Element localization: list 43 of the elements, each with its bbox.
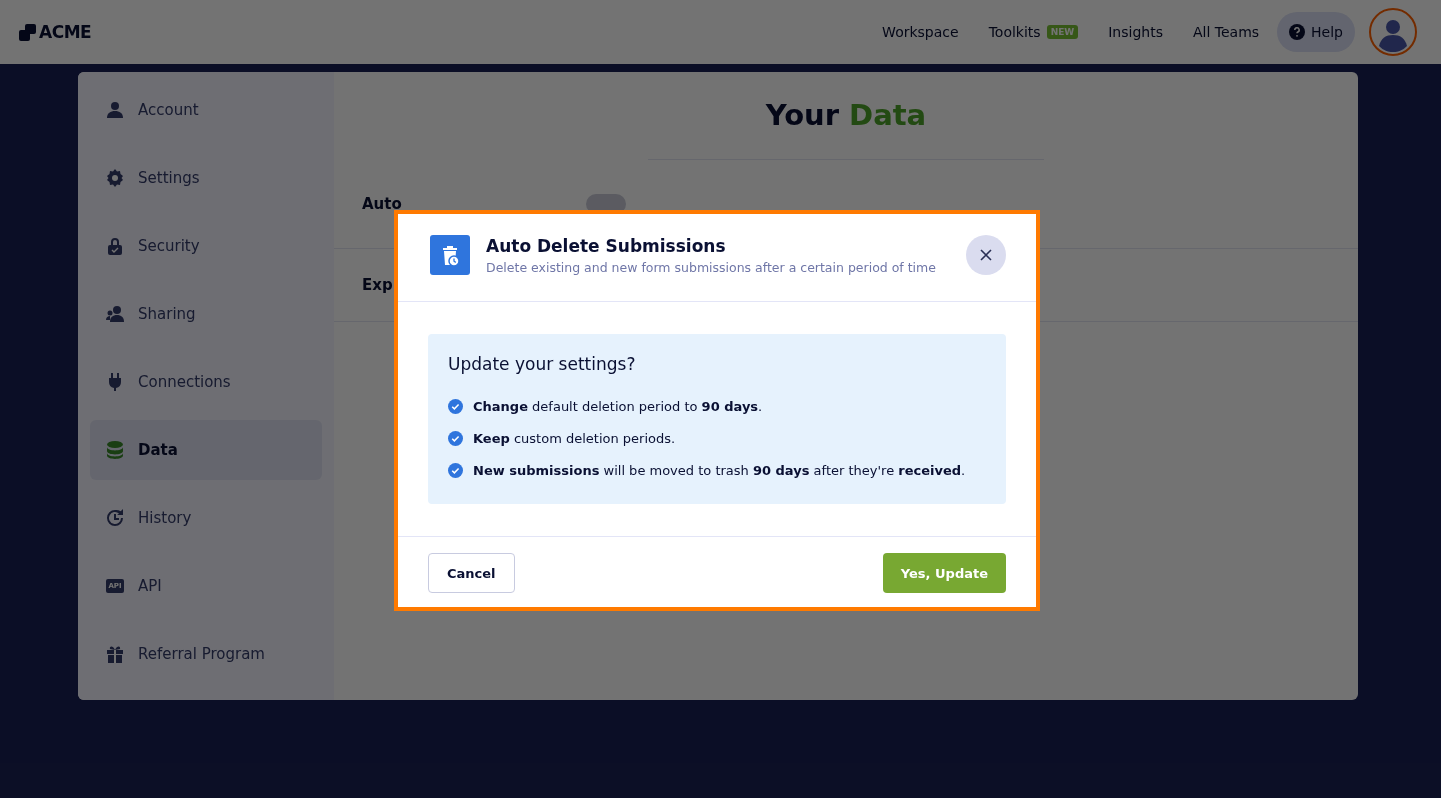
- dialog-subtitle: Delete existing and new form submissions after a certain period of time: [486, 259, 937, 275]
- cancel-button[interactable]: Cancel: [428, 553, 515, 593]
- sidebar-item[interactable]: Settings: [90, 148, 322, 208]
- people-icon: [106, 305, 124, 323]
- sidebar-item[interactable]: Connections: [90, 352, 322, 412]
- sidebar-item[interactable]: Sharing: [90, 284, 322, 344]
- nav-link[interactable]: Toolkits NEW: [976, 24, 1091, 40]
- plug-icon: [106, 373, 124, 391]
- lock-icon: [106, 237, 124, 255]
- nav-link[interactable]: Insights: [1096, 24, 1175, 40]
- question-text: Update your settings?: [448, 354, 637, 374]
- logo-icon: [19, 23, 37, 41]
- setting-label: Auto: [362, 195, 402, 213]
- help-icon: [1289, 24, 1306, 40]
- nav-link[interactable]: Workspace: [870, 24, 971, 40]
- sidebar-item[interactable]: History: [90, 488, 322, 548]
- nav-link[interactable]: All Teams: [1180, 24, 1272, 40]
- close-icon: [980, 249, 992, 261]
- logo-text: ACME: [39, 22, 92, 42]
- help-button[interactable]: Help: [1277, 12, 1355, 52]
- check-icon: [448, 430, 463, 446]
- new-badge: NEW: [1046, 25, 1079, 39]
- dialog-title: Auto Delete Submissions: [486, 235, 727, 256]
- page-title: Your Data: [764, 98, 928, 132]
- gear-icon: [106, 169, 124, 187]
- confirm-button[interactable]: Yes, Update: [882, 553, 1006, 593]
- clock-icon: [106, 509, 124, 527]
- user-icon: [106, 101, 124, 119]
- list-text: Keep custom deletion periods.: [473, 430, 676, 446]
- sidebar-item[interactable]: Security: [90, 216, 322, 276]
- list-text: New submissions will be moved to trash 90 days after they're received.: [473, 462, 966, 478]
- trash-clock-icon: [430, 235, 470, 275]
- check-icon: [448, 398, 463, 414]
- sidebar-item[interactable]: Account: [90, 80, 322, 140]
- gift-icon: [106, 645, 124, 663]
- database-icon: [106, 441, 124, 459]
- list-text: Change default deletion period to 90 days.: [473, 398, 763, 414]
- sidebar-item[interactable]: Data: [90, 420, 322, 480]
- avatar-button[interactable]: [1369, 8, 1417, 56]
- check-icon: [448, 462, 463, 478]
- setting-label: Exp: [362, 276, 393, 294]
- sidebar-item[interactable]: Referral Program: [90, 624, 322, 684]
- close-button[interactable]: [966, 235, 1006, 275]
